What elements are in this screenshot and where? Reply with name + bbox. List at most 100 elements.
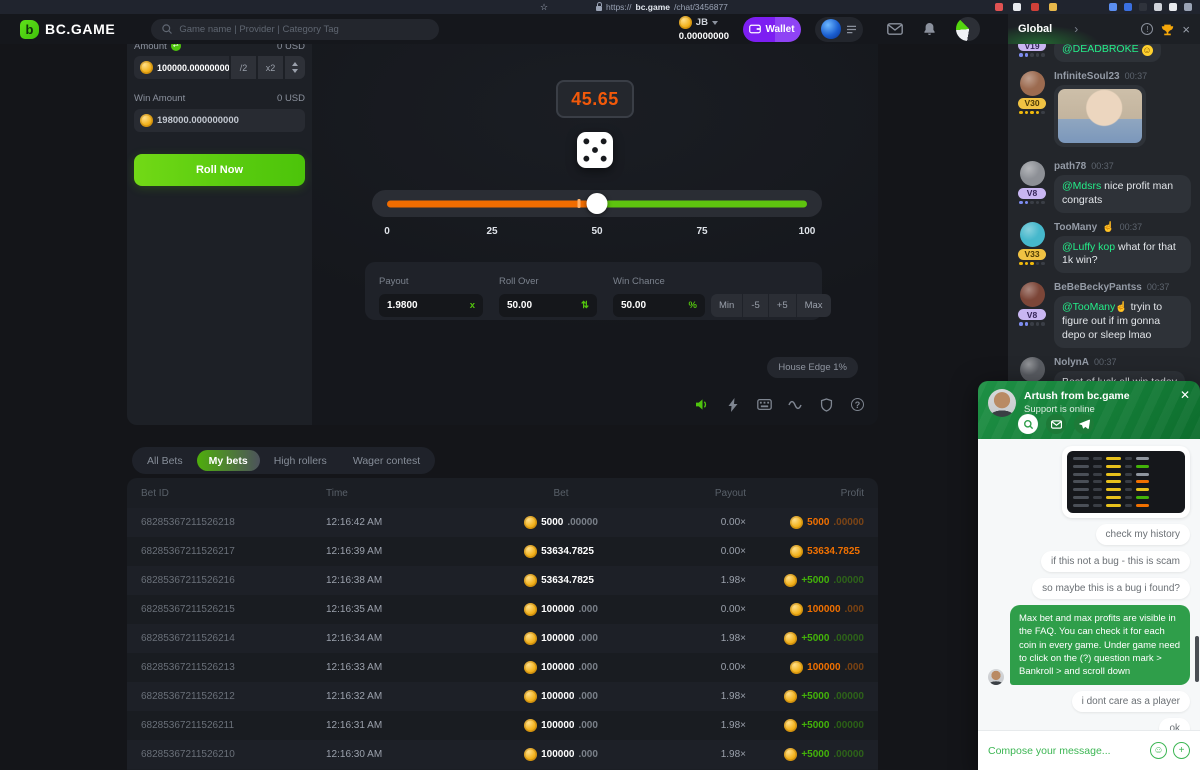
bet-time: 12:16:42 AM [326,517,476,528]
col-time: Time [326,488,476,499]
username[interactable]: InfiniteSoul23 [1054,71,1120,82]
username[interactable]: TooMany [1054,222,1097,233]
swap-icon[interactable]: ⇅ [581,300,589,311]
bets-rows: 68285367211526218 12:16:42 AM 5000.00000… [127,508,878,769]
amount-switch-icon[interactable]: ⇄ [171,44,181,51]
extension-icon-5[interactable] [1124,3,1132,11]
extension-icon-6[interactable] [1139,3,1147,11]
plus5-button[interactable]: +5 [768,294,796,317]
bet-time: 12:16:39 AM [326,546,476,557]
half-bet-button[interactable]: /2 [231,56,256,79]
avatar[interactable] [1020,357,1045,382]
win-chance-input[interactable]: 50.00 % [613,294,705,317]
help-button[interactable]: ? [849,396,866,413]
table-row[interactable]: 68285367211526216 12:16:38 AM 53634.7825… [127,566,878,595]
minus5-button[interactable]: -5 [742,294,767,317]
slider-handle[interactable] [587,193,608,214]
notifications-button[interactable] [923,22,936,36]
min-button[interactable]: Min [711,294,742,317]
table-row[interactable]: 68285367211526215 12:16:35 AM 100000.000… [127,595,878,624]
roll-now-button[interactable]: Roll Now [134,154,305,186]
message-time: 00:37 [1094,357,1117,367]
extension-icon-4[interactable] [1049,3,1057,11]
support-telegram-button[interactable] [1074,414,1094,434]
support-search-button[interactable] [1018,414,1038,434]
hotkeys-button[interactable] [756,396,773,413]
emoji-icon[interactable]: ☺ [1150,742,1167,759]
wallet-button[interactable]: Wallet [743,17,801,42]
tab-high-rollers[interactable]: High rollers [262,450,339,471]
chat-message: V33 TooMany ☝ 00:37 @Luffy kop what for … [1017,222,1191,274]
compose-input[interactable] [988,745,1144,757]
chevron-right-icon[interactable]: › [1074,22,1078,36]
bet-id: 68285367211526214 [141,633,326,644]
attachment-screenshot[interactable] [1062,446,1190,518]
edit-icon[interactable] [1169,3,1177,11]
extension-icon-3[interactable] [1031,3,1039,11]
table-row[interactable]: 68285367211526213 12:16:33 AM 100000.000… [127,653,878,682]
roll-over-input[interactable]: 50.00 ⇅ [499,294,597,317]
profile-pill[interactable] [815,17,863,42]
avatar[interactable] [1020,282,1045,307]
chat-close-icon[interactable]: × [1182,23,1190,36]
wallet-ext-icon[interactable] [1154,3,1162,11]
amount-input[interactable]: 100000.00000000 [134,56,229,79]
support-widget: Artush from bc.game Support is online ✕ … [978,381,1200,770]
game-params: Payout 1.9800 x Roll Over 50.00 ⇅ [365,262,822,320]
avatar[interactable] [1020,161,1045,186]
table-row[interactable]: 68285367211526212 12:16:32 AM 100000.000… [127,682,878,711]
avatar[interactable] [1020,71,1045,96]
support-scrollbar[interactable] [1195,636,1199,682]
fairness-button[interactable] [818,396,835,413]
address-bar[interactable]: https://bc.game/chat/3456877 [596,0,728,14]
tab-my-bets[interactable]: My bets [197,450,260,471]
stats-button[interactable] [787,396,804,413]
table-row[interactable]: 68285367211526210 12:16:30 AM 100000.000… [127,740,878,769]
username[interactable]: path78 [1054,161,1086,172]
table-row[interactable]: 68285367211526214 12:16:34 AM 100000.000… [127,624,878,653]
game-toolbar: ? [694,396,866,413]
payout-input[interactable]: 1.9800 x [379,294,483,317]
chat-room-title[interactable]: Global [1018,23,1052,35]
amount-stepper[interactable] [285,56,305,79]
tab-wager-contest[interactable]: Wager contest [341,450,432,471]
table-row[interactable]: 68285367211526217 12:16:39 AM 53634.7825… [127,537,878,566]
double-bet-button[interactable]: x2 [258,56,283,79]
menu-icon[interactable] [1184,3,1192,11]
max-button[interactable]: Max [796,294,831,317]
attach-plus-icon[interactable]: + [1173,742,1190,759]
slider-track[interactable] [387,200,807,207]
turbo-button[interactable] [725,396,742,413]
extension-icon-1[interactable] [995,3,1003,11]
avatar[interactable] [1020,222,1045,247]
chat-rules-icon[interactable]: ! [1141,23,1153,35]
message-bubble: @Mdsrs nice profit man congrats [1054,175,1191,213]
user-avatar[interactable] [956,17,980,41]
share-icon[interactable] [1109,3,1117,11]
currency-selector[interactable]: JB 0.00000000 [679,16,729,42]
step-down-icon[interactable] [292,69,298,73]
extension-icon-2[interactable] [1013,3,1021,11]
chat-image[interactable] [1058,89,1142,143]
list-icon [846,25,857,34]
support-email-button[interactable] [1046,414,1066,434]
username[interactable]: BeBeBeckyPantss [1054,282,1142,293]
chat-message: V8 path78 00:37 @Mdsrs nice profit man c… [1017,161,1191,213]
step-up-icon[interactable] [292,62,298,66]
username[interactable]: NolynA [1054,357,1089,368]
support-close-icon[interactable]: ✕ [1180,389,1190,401]
roll-slider[interactable] [372,190,822,217]
bookmark-star-icon[interactable]: ☆ [540,0,548,14]
bcgame-logo[interactable]: b BC.GAME [20,20,115,39]
messages-button[interactable] [887,23,903,35]
support-shortcuts [1018,414,1094,434]
table-row[interactable]: 68285367211526211 12:16:31 AM 100000.000… [127,711,878,740]
chat-header: Global › ! × [1008,14,1200,44]
trophy-icon[interactable] [1161,23,1174,36]
payout-label: Payout [379,276,409,287]
table-row[interactable]: 68285367211526218 12:16:42 AM 5000.00000… [127,508,878,537]
tab-all-bets[interactable]: All Bets [135,450,195,471]
sound-button[interactable] [694,396,711,413]
jb-coin-icon [524,661,537,674]
search-input[interactable]: Game name | Provider | Category Tag [151,19,439,40]
